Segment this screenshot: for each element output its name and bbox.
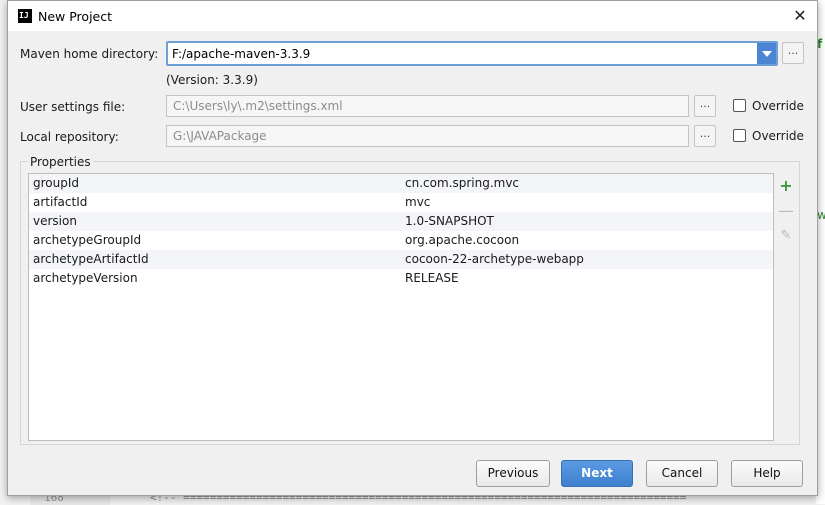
property-value: mvc	[405, 195, 431, 209]
new-project-dialog: IJ New Project ✕ Maven home directory: .…	[7, 0, 818, 496]
local-repo-override-label: Override	[752, 129, 804, 143]
user-settings-override-checkbox[interactable]	[733, 99, 746, 112]
table-row[interactable]: archetypeArtifactId cocoon-22-archetype-…	[29, 250, 773, 269]
local-repo-browse-button[interactable]: ...	[694, 125, 716, 147]
property-key: archetypeArtifactId	[33, 252, 149, 266]
properties-table[interactable]: groupId cn.com.spring.mvc artifactId mvc…	[28, 173, 774, 441]
property-value: 1.0-SNAPSHOT	[405, 214, 494, 228]
maven-home-label: Maven home directory:	[20, 47, 159, 61]
property-key: archetypeGroupId	[33, 233, 142, 247]
property-key: groupId	[33, 176, 80, 190]
remove-icon[interactable]: —	[778, 203, 794, 219]
title-bar: IJ New Project ✕	[8, 1, 817, 31]
chevron-down-icon[interactable]	[757, 43, 776, 64]
property-value: org.apache.cocoon	[405, 233, 520, 247]
table-row[interactable]: version 1.0-SNAPSHOT	[29, 212, 773, 231]
maven-version-text: (Version: 3.3.9)	[166, 73, 258, 87]
properties-title: Properties	[28, 155, 93, 169]
dialog-title: New Project	[38, 9, 113, 24]
previous-button[interactable]: Previous	[476, 460, 550, 487]
property-value: RELEASE	[405, 271, 459, 285]
edit-icon[interactable]: ✎	[778, 228, 794, 244]
local-repo-field[interactable]: G:\JAVAPackage	[166, 125, 689, 147]
next-button[interactable]: Next	[561, 460, 633, 487]
property-key: version	[33, 214, 77, 228]
table-row[interactable]: groupId cn.com.spring.mvc	[29, 174, 773, 193]
table-row[interactable]: archetypeGroupId org.apache.cocoon	[29, 231, 773, 250]
add-icon[interactable]: +	[778, 178, 794, 194]
local-repo-label: Local repository:	[20, 130, 119, 144]
user-settings-browse-button[interactable]: ...	[694, 95, 716, 117]
local-repo-override-checkbox[interactable]	[733, 129, 746, 142]
property-key: artifactId	[33, 195, 88, 209]
help-button[interactable]: Help	[731, 460, 803, 487]
property-value: cocoon-22-archetype-webapp	[405, 252, 584, 266]
user-settings-label: User settings file:	[20, 100, 126, 114]
intellij-icon: IJ	[18, 9, 32, 23]
table-row[interactable]: artifactId mvc	[29, 193, 773, 212]
maven-home-combobox[interactable]	[166, 41, 778, 66]
maven-home-input[interactable]	[172, 44, 752, 63]
maven-home-browse-button[interactable]: ...	[782, 42, 804, 64]
user-settings-field[interactable]: C:\Users\ly\.m2\settings.xml	[166, 95, 689, 117]
cancel-button[interactable]: Cancel	[646, 460, 718, 487]
close-icon[interactable]: ✕	[791, 7, 809, 25]
table-row[interactable]: archetypeVersion RELEASE	[29, 269, 773, 288]
property-key: archetypeVersion	[33, 271, 138, 285]
property-value: cn.com.spring.mvc	[405, 176, 520, 190]
user-settings-override-label: Override	[752, 99, 804, 113]
editor-gutter-mark: w	[817, 208, 825, 222]
